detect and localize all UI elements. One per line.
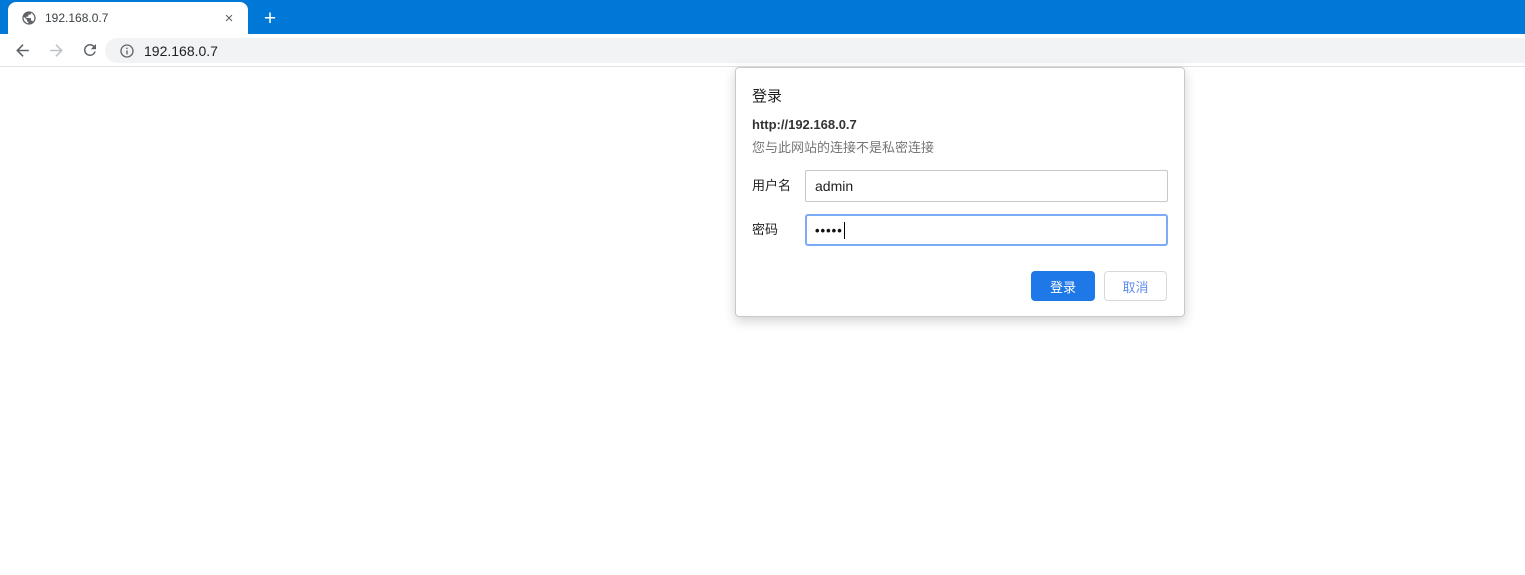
password-label: 密码 [752,222,779,237]
back-icon[interactable] [8,36,36,64]
cancel-button[interactable]: 取消 [1104,271,1167,301]
tab-strip: 192.168.0.7 × + [0,0,1525,34]
signin-button[interactable]: 登录 [1031,271,1095,301]
text-caret [843,221,845,239]
dialog-title: 登录 [752,88,783,105]
username-input[interactable] [805,170,1168,202]
dialog-security-warning: 您与此网站的连接不是私密连接 [752,140,935,155]
browser-toolbar: 192.168.0.7 [0,34,1525,67]
url-text: 192.168.0.7 [144,42,218,59]
tab-title: 192.168.0.7 [45,11,109,25]
browser-window: 192.168.0.7 × + 192.168.0.7 登录 http://19… [0,0,1525,575]
password-input[interactable]: ••••• [805,214,1168,246]
dialog-button-row: 登录 取消 [1031,271,1167,301]
new-tab-button[interactable]: + [256,4,284,32]
browser-tab[interactable]: 192.168.0.7 × [8,2,248,34]
password-masked-value: ••••• [815,222,843,238]
reload-icon[interactable] [76,36,104,64]
http-auth-dialog: 登录 http://192.168.0.7 您与此网站的连接不是私密连接 用户名… [735,67,1185,317]
info-icon[interactable] [119,43,135,59]
globe-favicon-icon [21,10,37,26]
tab-close-icon[interactable]: × [220,9,238,27]
forward-icon [42,36,70,64]
dialog-origin-url: http://192.168.0.7 [752,117,857,132]
address-bar[interactable]: 192.168.0.7 [105,38,1525,63]
username-label: 用户名 [752,178,792,193]
